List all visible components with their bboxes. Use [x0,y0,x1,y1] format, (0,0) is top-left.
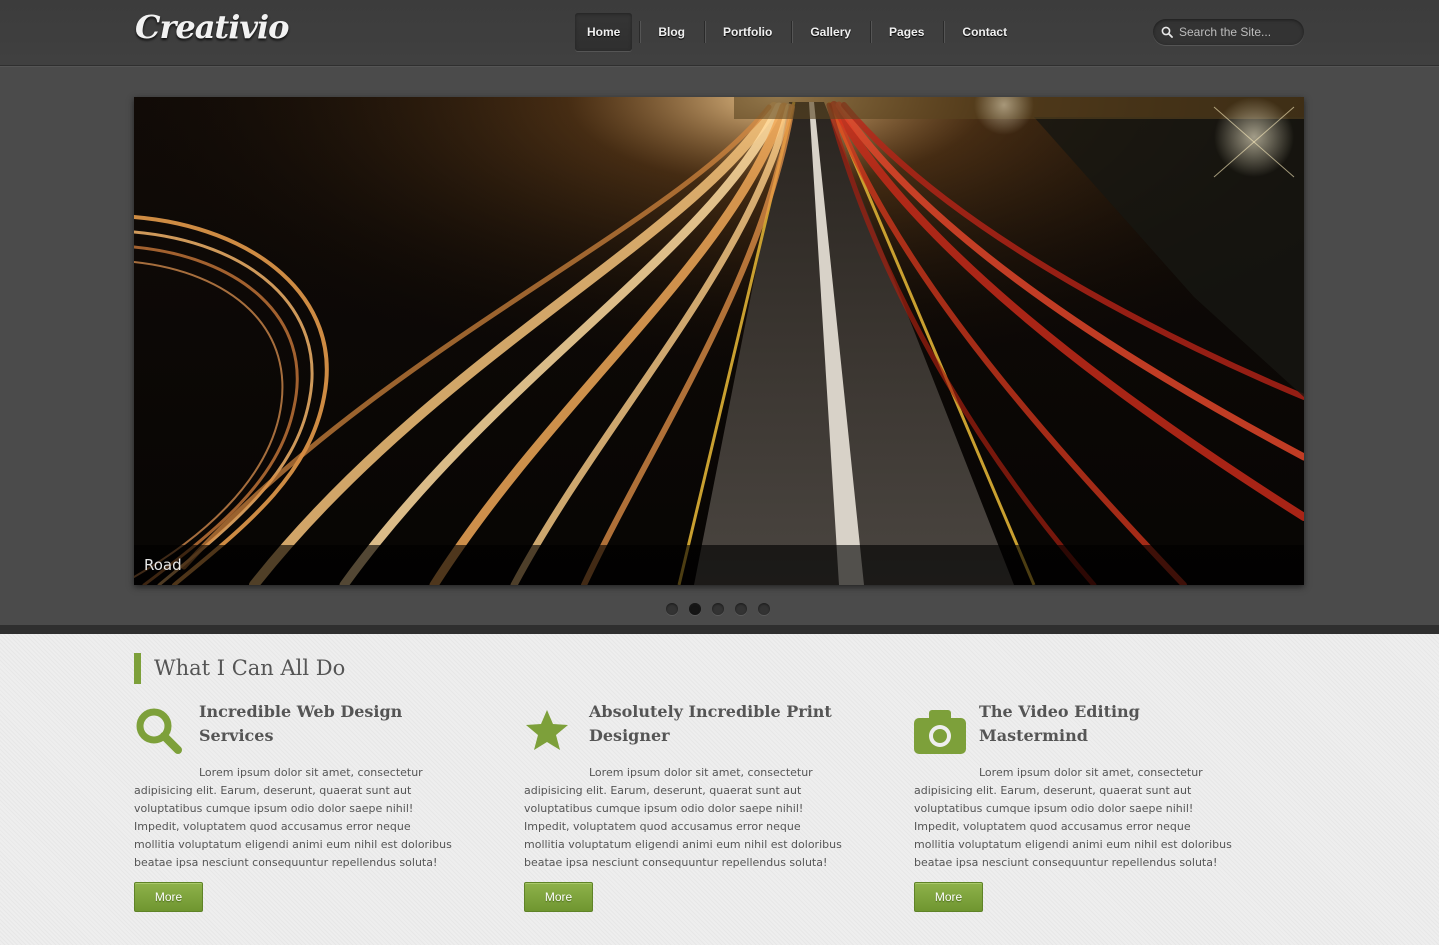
hero-slider-section: Road [0,67,1439,625]
slider-dot[interactable] [758,603,770,615]
section-title: What I Can All Do [154,656,346,680]
search-input[interactable] [1179,22,1297,42]
services-section: What I Can All Do Incredible Web Design … [0,634,1439,945]
nav-item-blog[interactable]: Blog [639,13,704,51]
service-description: Lorem ipsum dolor sit amet, consectetur … [914,766,1232,869]
slider-dot[interactable] [735,603,747,615]
more-button[interactable]: More [914,882,983,912]
slide-caption-bar: Road [134,545,1304,585]
search-icon[interactable] [1161,26,1173,38]
slider-pagination [666,603,770,615]
nav-item-portfolio[interactable]: Portfolio [704,13,791,51]
site-header: Creativio Home Blog Portfolio Gallery Pa… [0,0,1439,66]
section-divider [0,625,1439,634]
more-button[interactable]: More [524,882,593,912]
more-button[interactable]: More [134,882,203,912]
slider-dot[interactable] [666,603,678,615]
nav-item-home[interactable]: Home [575,13,633,51]
slide-caption: Road [144,556,182,574]
service-heading: The Video Editing Mastermind [979,702,1140,745]
search-icon [136,708,182,754]
site-logo[interactable]: Creativio [135,8,289,46]
slider-dot[interactable] [712,603,724,615]
slider-dot-active[interactable] [689,603,701,615]
camera-icon [914,710,966,754]
service-heading: Absolutely Incredible Print Designer [589,702,832,745]
service-description: Lorem ipsum dolor sit amet, consectetur … [524,766,842,869]
nav-item-gallery[interactable]: Gallery [791,13,870,51]
nav-item-contact[interactable]: Contact [943,13,1026,51]
title-accent-bar [134,653,141,684]
highway-night-photo [134,97,1304,585]
star-icon [526,710,568,750]
service-description: Lorem ipsum dolor sit amet, consectetur … [134,766,452,869]
service-heading: Incredible Web Design Services [199,702,403,745]
hero-slide[interactable]: Road [134,97,1304,585]
search-box [1153,19,1304,45]
nav-item-pages[interactable]: Pages [870,13,943,51]
main-nav: Home Blog Portfolio Gallery Pages Contac… [575,13,1026,51]
